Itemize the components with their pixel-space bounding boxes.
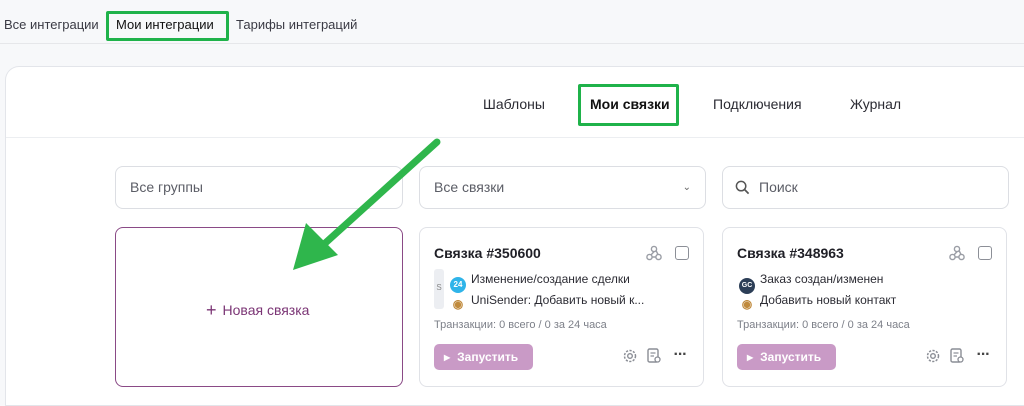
run-button[interactable]: ▶ Запустить bbox=[434, 344, 533, 370]
step-scroll-handle[interactable]: S bbox=[434, 269, 444, 309]
top-tabs-bar: Все интеграции Мои интеграции Тарифы инт… bbox=[0, 0, 1024, 44]
panel-divider bbox=[6, 137, 1024, 138]
tab-my-links[interactable]: Мои связки bbox=[590, 96, 670, 112]
groups-select-value: Все группы bbox=[130, 179, 203, 195]
more-options-icon[interactable]: ··· bbox=[974, 347, 992, 365]
run-button[interactable]: ▶ Запустить bbox=[737, 344, 836, 370]
settings-gear-icon[interactable] bbox=[621, 347, 639, 365]
transactions-text: Транзакции: 0 всего / 0 за 24 часа bbox=[737, 319, 910, 331]
search-icon bbox=[735, 180, 750, 195]
trigger-step-text: Заказ создан/изменен bbox=[760, 272, 884, 286]
tab-connections[interactable]: Подключения bbox=[713, 96, 802, 112]
log-document-icon[interactable] bbox=[645, 347, 663, 365]
run-button-label: Запустить bbox=[760, 350, 822, 364]
tab-journal[interactable]: Журнал bbox=[850, 96, 901, 112]
select-checkbox[interactable] bbox=[675, 246, 689, 260]
new-link-card[interactable]: + Новая связка bbox=[115, 227, 403, 387]
links-select[interactable]: Все связки ⌄ bbox=[419, 166, 706, 209]
play-icon: ▶ bbox=[747, 353, 754, 362]
webhook-icon bbox=[646, 245, 662, 261]
settings-gear-icon[interactable] bbox=[924, 347, 942, 365]
trigger-step: 24 Изменение/создание сделки bbox=[450, 272, 630, 293]
chevron-down-icon: ⌄ bbox=[682, 182, 691, 193]
trigger-step: GC Заказ создан/изменен bbox=[739, 272, 883, 294]
link-card-title: Связка #348963 bbox=[737, 245, 844, 261]
tab-templates[interactable]: Шаблоны bbox=[483, 96, 545, 112]
log-document-icon[interactable] bbox=[948, 347, 966, 365]
webhook-icon bbox=[949, 245, 965, 261]
new-link-text: Новая связка bbox=[222, 302, 310, 318]
link-card-title: Связка #350600 bbox=[434, 245, 541, 261]
trigger-step-text: Изменение/создание сделки bbox=[471, 272, 630, 286]
unisender-icon: ◉ bbox=[741, 297, 753, 311]
tab-all-integrations[interactable]: Все интеграции bbox=[4, 17, 99, 32]
action-step-text: UniSender: Добавить новый к... bbox=[471, 293, 645, 307]
unisender-icon: ◉ bbox=[452, 297, 464, 311]
run-button-label: Запустить bbox=[457, 350, 519, 364]
bitrix24-icon: 24 bbox=[450, 277, 466, 293]
link-card[interactable]: Связка #350600 S 24 Изменение/создание сд… bbox=[419, 227, 704, 387]
search-input[interactable]: Поиск bbox=[722, 166, 1009, 209]
groups-select[interactable]: Все группы bbox=[115, 166, 403, 209]
more-options-icon[interactable]: ··· bbox=[671, 347, 689, 365]
links-select-value: Все связки bbox=[434, 179, 505, 195]
play-icon: ▶ bbox=[444, 353, 451, 362]
tab-my-integrations[interactable]: Мои интеграции bbox=[116, 17, 214, 41]
action-step-text: Добавить новый контакт bbox=[760, 293, 897, 307]
search-placeholder: Поиск bbox=[759, 179, 798, 195]
tab-integration-tariffs[interactable]: Тарифы интеграций bbox=[236, 17, 357, 32]
action-step: ◉ Добавить новый контакт bbox=[739, 293, 897, 312]
plus-icon: + bbox=[206, 300, 217, 320]
new-link-label: + Новая связка bbox=[206, 300, 309, 321]
action-step: ◉ UniSender: Добавить новый к... bbox=[450, 293, 645, 312]
select-checkbox[interactable] bbox=[978, 246, 992, 260]
transactions-text: Транзакции: 0 всего / 0 за 24 часа bbox=[434, 319, 607, 331]
link-card[interactable]: Связка #348963 GC Заказ создан/изменен ◉ Д… bbox=[722, 227, 1007, 387]
getcourse-icon: GC bbox=[739, 278, 755, 294]
